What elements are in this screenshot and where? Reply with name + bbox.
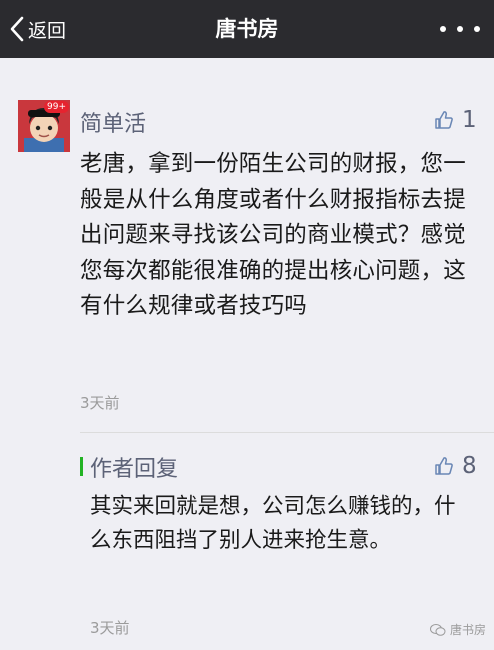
comment-username[interactable]: 简单活 (80, 106, 146, 138)
thumbs-up-icon (435, 457, 453, 475)
author-reply-label: 作者回复 (90, 457, 179, 482)
watermark: 唐书房 (429, 621, 486, 638)
dot (440, 26, 446, 32)
dot (474, 26, 480, 32)
reply-like-count: 8 (462, 453, 477, 479)
comment-text: 老唐，拿到一份陌生公司的财报，您一般是从什么角度或者什么财报指标去提出问题来寻找… (80, 151, 466, 319)
reply-accent-bar (80, 457, 83, 476)
page-title: 唐书房 (215, 17, 279, 41)
comment-timestamp: 3天前 (80, 394, 120, 412)
top-navigation-bar: 返回 唐书房 (0, 0, 494, 58)
more-dots-icon[interactable] (440, 16, 480, 42)
reply-text: 其实来回就是想，公司怎么赚钱的，什么东西阻挡了别人进来抢生意。 (90, 494, 456, 553)
comment-like-count: 1 (462, 107, 477, 133)
wechat-icon (429, 623, 446, 636)
watermark-text: 唐书房 (449, 623, 486, 637)
thumbs-up-icon (435, 111, 453, 129)
reply-timestamp: 3天前 (90, 619, 130, 637)
avatar-badge: 99+ (44, 101, 69, 113)
divider (80, 432, 494, 433)
dot (457, 26, 463, 32)
avatar[interactable]: 99+ (18, 100, 70, 152)
comment-like-button[interactable]: 1 (434, 107, 477, 133)
reply-like-button[interactable]: 8 (434, 453, 477, 479)
